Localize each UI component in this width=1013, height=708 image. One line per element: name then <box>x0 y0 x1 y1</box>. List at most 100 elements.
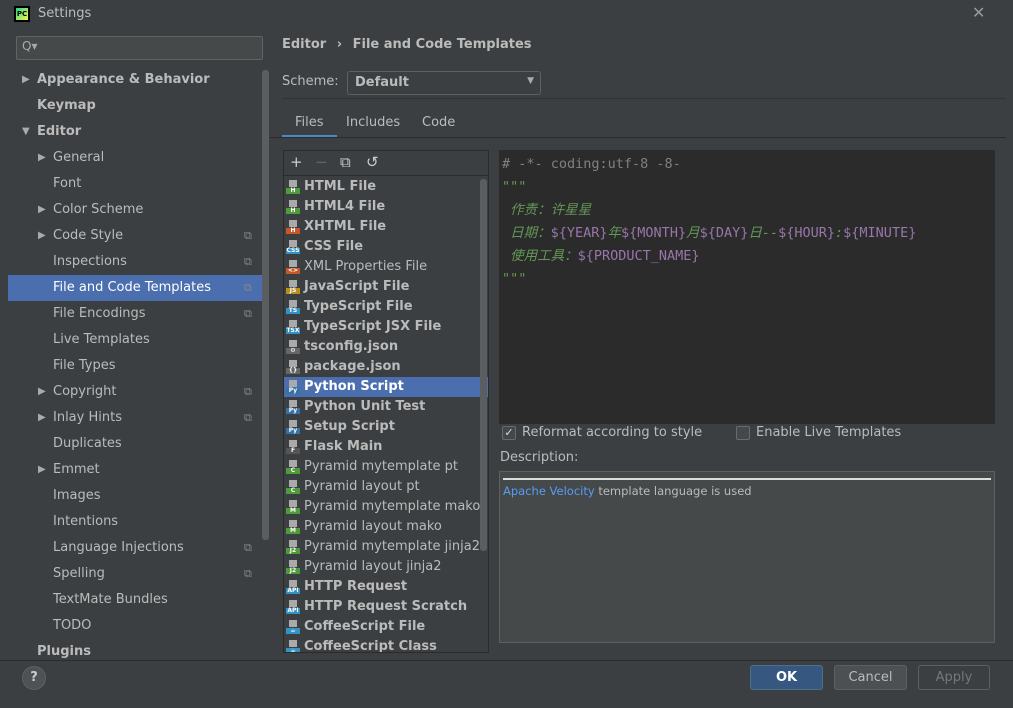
sidebar-item[interactable]: Font <box>8 171 262 197</box>
sidebar-item-label: Appearance & Behavior <box>37 72 210 87</box>
template-list-item[interactable]: API HTTP Request <box>284 577 488 597</box>
template-list-item[interactable]: J2 Pyramid mytemplate jinja2 <box>284 537 488 557</box>
template-editor[interactable]: # -*- coding:utf-8 -8- """ 作责：许星星 日期：${YE… <box>499 150 995 424</box>
breadcrumb-parent[interactable]: Editor <box>282 37 326 52</box>
sidebar-item[interactable]: Images <box>8 483 262 509</box>
tab-code[interactable]: Code <box>409 108 468 138</box>
sidebar-item[interactable]: Duplicates <box>8 431 262 457</box>
sidebar-item[interactable]: ▶ Appearance & Behavior <box>8 67 262 93</box>
template-name: Pyramid layout jinja2 <box>304 559 442 574</box>
sidebar-item[interactable]: ▼ Editor <box>8 119 262 145</box>
chevron-right-icon[interactable]: ▶ <box>22 67 30 93</box>
template-list-item[interactable]: ☕ CoffeeScript File <box>284 617 488 637</box>
chevron-right-icon[interactable]: ▶ <box>38 457 46 483</box>
tab-files[interactable]: Files <box>282 108 337 138</box>
reformat-checkbox[interactable]: ✓ <box>502 426 516 440</box>
chevron-right-icon[interactable]: ▶ <box>38 145 46 171</box>
chevron-right-icon[interactable]: ▶ <box>38 405 46 431</box>
template-list-item[interactable]: M Pyramid layout mako <box>284 517 488 537</box>
template-list-item[interactable]: C Pyramid mytemplate pt <box>284 457 488 477</box>
sidebar-scrollbar[interactable] <box>262 70 269 540</box>
sidebar-item[interactable]: Language Injections ⧉ <box>8 535 262 561</box>
code-token: ${HOUR} <box>778 225 836 241</box>
template-name: TypeScript File <box>304 299 413 314</box>
template-list-item[interactable]: H XHTML File <box>284 217 488 237</box>
reformat-label[interactable]: Reformat according to style <box>522 425 702 440</box>
template-list-item[interactable]: {} package.json <box>284 357 488 377</box>
chevron-right-icon[interactable]: ▶ <box>38 379 46 405</box>
template-list-item[interactable]: Py Python Script <box>284 377 488 397</box>
template-list-item[interactable]: TS TypeScript File <box>284 297 488 317</box>
file-type-icon: TS <box>286 300 300 314</box>
sidebar-item[interactable]: ▶ Code Style ⧉ <box>8 223 262 249</box>
sidebar-item[interactable]: Intentions <box>8 509 262 535</box>
remove-icon[interactable]: − <box>315 153 328 171</box>
sidebar-item[interactable]: TODO <box>8 613 262 639</box>
project-scope-icon: ⧉ <box>244 385 252 398</box>
code-token: 年 <box>607 225 622 241</box>
template-list-item[interactable]: Py Setup Script <box>284 417 488 437</box>
sidebar-item[interactable]: TextMate Bundles <box>8 587 262 613</box>
copy-icon[interactable]: ⧉ <box>340 153 351 171</box>
close-icon[interactable]: ✕ <box>972 3 985 22</box>
live-templates-label[interactable]: Enable Live Templates <box>756 425 901 440</box>
apache-velocity-link[interactable]: Apache Velocity <box>503 484 595 498</box>
project-scope-icon: ⧉ <box>244 229 252 242</box>
sidebar-item-label: Keymap <box>37 98 96 113</box>
sidebar-item[interactable]: ▶ Copyright ⧉ <box>8 379 262 405</box>
template-list-item[interactable]: TSX TypeScript JSX File <box>284 317 488 337</box>
template-list-item[interactable]: ⚙ tsconfig.json <box>284 337 488 357</box>
template-name: Flask Main <box>304 439 383 454</box>
sidebar-item[interactable]: ▶ Emmet <box>8 457 262 483</box>
sidebar-item[interactable]: Inspections ⧉ <box>8 249 262 275</box>
sidebar-item[interactable]: File and Code Templates ⧉ <box>8 275 262 301</box>
ok-button[interactable]: OK <box>750 665 823 690</box>
apply-button[interactable]: Apply <box>918 665 990 690</box>
template-name: CSS File <box>304 239 364 254</box>
live-templates-checkbox[interactable] <box>736 426 750 440</box>
file-type-badge: JS <box>286 288 300 294</box>
template-list-scrollbar[interactable] <box>480 179 487 551</box>
template-list-item[interactable]: C Pyramid layout pt <box>284 477 488 497</box>
file-type-badge: H <box>286 228 300 234</box>
sidebar-item[interactable]: ▶ Color Scheme <box>8 197 262 223</box>
reset-icon[interactable]: ↺ <box>366 153 379 171</box>
template-list-item[interactable]: J2 Pyramid layout jinja2 <box>284 557 488 577</box>
tab-includes[interactable]: Includes <box>333 108 413 138</box>
file-type-icon: Py <box>286 380 300 394</box>
divider <box>503 478 991 480</box>
file-type-badge: <> <box>286 267 300 274</box>
code-token: # -*- coding:utf-8 -8- <box>502 156 681 172</box>
sidebar-item-label: Plugins <box>37 644 91 659</box>
template-list-item[interactable]: CSS CSS File <box>284 237 488 257</box>
template-list-item[interactable]: M Pyramid mytemplate mako <box>284 497 488 517</box>
title-bar: PC Settings ✕ <box>0 0 1013 28</box>
sidebar-item[interactable]: ▶ Inlay Hints ⧉ <box>8 405 262 431</box>
template-list-item[interactable]: F Flask Main <box>284 437 488 457</box>
template-list-item[interactable]: JS JavaScript File <box>284 277 488 297</box>
sidebar-item-label: Images <box>53 488 101 503</box>
scheme-dropdown[interactable]: Default ▼ <box>347 71 541 95</box>
help-button[interactable]: ? <box>22 666 46 690</box>
code-token: ${DAY} <box>699 225 749 241</box>
sidebar-item[interactable]: File Encodings ⧉ <box>8 301 262 327</box>
add-icon[interactable]: + <box>290 153 303 171</box>
template-list-item[interactable]: <> XML Properties File <box>284 257 488 277</box>
settings-search-input[interactable]: Q▾ <box>16 36 263 60</box>
file-type-badge: {} <box>286 368 300 374</box>
chevron-right-icon[interactable]: ▶ <box>38 223 46 249</box>
chevron-down-icon[interactable]: ▼ <box>22 119 30 145</box>
chevron-right-icon[interactable]: ▶ <box>38 197 46 223</box>
template-list-item[interactable]: H HTML4 File <box>284 197 488 217</box>
sidebar-item[interactable]: Spelling ⧉ <box>8 561 262 587</box>
template-list-item[interactable]: ☕ CoffeeScript Class <box>284 637 488 652</box>
sidebar-item[interactable]: Plugins <box>8 639 262 660</box>
sidebar-item[interactable]: File Types <box>8 353 262 379</box>
sidebar-item[interactable]: ▶ General <box>8 145 262 171</box>
template-list-item[interactable]: H HTML File <box>284 177 488 197</box>
sidebar-item[interactable]: Live Templates <box>8 327 262 353</box>
sidebar-item[interactable]: Keymap <box>8 93 262 119</box>
template-list-item[interactable]: API HTTP Request Scratch <box>284 597 488 617</box>
template-list-item[interactable]: Py Python Unit Test <box>284 397 488 417</box>
cancel-button[interactable]: Cancel <box>834 665 907 690</box>
